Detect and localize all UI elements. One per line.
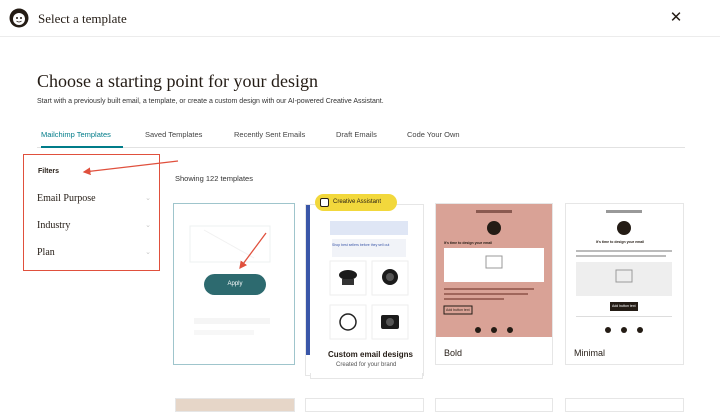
filter-label: Industry [37,220,71,231]
modal-title: Select a template [38,11,127,26]
filter-email-purpose[interactable]: Email Purpose ⌄ [37,193,155,204]
card-stripe [306,205,310,355]
filter-label: Plan [37,247,55,258]
chevron-down-icon: ⌄ [145,248,151,256]
bold-card-name: Bold [444,348,463,358]
modal-header: Select a template ✕ [0,0,720,37]
chevron-down-icon: ⌄ [145,221,151,229]
page-heading: Choose a starting point for your design [37,71,318,91]
custom-card-caption: Created for your brand [336,362,397,368]
filter-label: Email Purpose [37,193,96,204]
custom-template-preview [329,221,409,340]
template-card-bold[interactable]: It's time to design your email Add butto… [435,203,553,365]
badge-label: Creative Assistant [333,199,382,205]
filter-industry[interactable]: Industry ⌄ [37,220,155,231]
filter-plan[interactable]: Plan ⌄ [37,247,155,258]
template-card-custom[interactable]: Shop best sellers before they sell out C… [305,204,424,379]
custom-preview-headline: Shop best sellers before they sell out [332,243,390,247]
template-tabs: Mailchimp Templates Saved Templates Rece… [37,130,685,148]
chevron-down-icon: ⌄ [145,194,151,202]
tab-mailchimp-templates[interactable]: Mailchimp Templates [41,130,123,148]
page-subheading: Start with a previously built email, a t… [37,98,384,105]
apply-button[interactable]: Apply [204,274,266,295]
tab-draft-emails[interactable]: Draft Emails [336,130,377,148]
templates-count: Showing 122 templates [175,174,253,183]
template-card-selected[interactable]: Apply [173,203,295,365]
bold-preview-headline: It's time to design your email [444,241,493,245]
card-stack-shadow [310,373,423,379]
close-icon[interactable]: ✕ [669,9,683,27]
creative-assistant-icon [320,198,329,207]
minimal-preview-button: Add button text [612,304,636,308]
bold-preview-art [443,210,544,333]
minimal-preview-art [576,210,672,333]
tab-code-your-own[interactable]: Code Your Own [407,130,460,148]
filters-panel: Filters Email Purpose ⌄ Industry ⌄ Plan … [23,154,160,271]
bold-preview-button: Add button text [446,308,470,312]
filters-heading: Filters [38,168,60,175]
minimal-card-name: Minimal [574,348,606,358]
creative-assistant-badge: Creative Assistant [315,194,397,211]
tab-saved-templates[interactable]: Saved Templates [145,130,202,148]
mailchimp-logo-icon [9,8,29,28]
template-card-minimal[interactable]: It's time to design your email Add butto… [565,203,684,365]
tab-recently-sent-emails[interactable]: Recently Sent Emails [234,130,305,148]
custom-card-title: Custom email designs [328,350,413,359]
minimal-preview-headline: It's time to design your email [596,240,645,244]
